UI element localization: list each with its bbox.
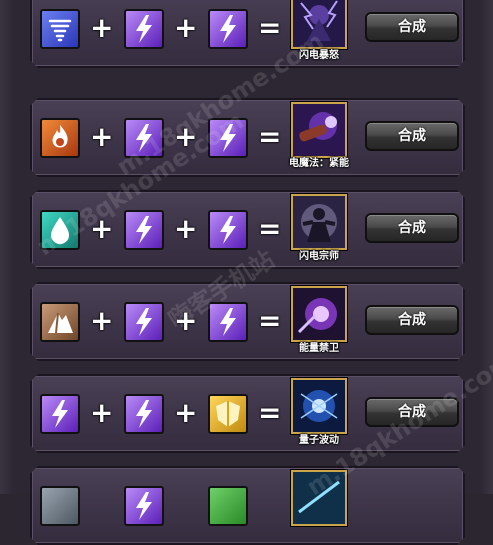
recipe-row	[30, 466, 465, 545]
recipe-row: + + = 电魔法：紧能 合成	[30, 98, 465, 177]
equals-sign: =	[258, 304, 282, 337]
storm-figure-icon	[293, 0, 345, 47]
magic-arm-icon	[293, 104, 345, 156]
lightning-element-icon[interactable]	[124, 302, 164, 342]
result-name: 闪电宗师	[299, 251, 339, 262]
whirlwind-icon	[48, 19, 72, 42]
result-name: 量子波动	[299, 435, 339, 446]
plus-sign: +	[90, 11, 114, 44]
water-drop-icon	[51, 217, 69, 244]
lightning-bolt-icon	[136, 216, 152, 244]
lightning-element-icon[interactable]	[208, 9, 248, 49]
lightning-element-icon[interactable]	[208, 302, 248, 342]
lightning-bolt-icon	[136, 492, 152, 520]
plus-sign: +	[174, 11, 198, 44]
lightning-bolt-icon	[220, 15, 236, 43]
plus-sign: +	[174, 212, 198, 245]
whirlwind-element-icon[interactable]	[40, 9, 80, 49]
equals-sign: =	[258, 396, 282, 429]
equals-sign: =	[258, 11, 282, 44]
lightning-element-icon[interactable]	[124, 118, 164, 158]
result-hero-portrait[interactable]	[291, 102, 347, 158]
lightning-bolt-icon	[136, 308, 152, 336]
plus-sign: +	[90, 120, 114, 153]
energy-guard-icon	[293, 288, 345, 340]
combine-button[interactable]: 合成	[365, 305, 459, 335]
plus-sign: +	[174, 396, 198, 429]
lightning-bolt-icon	[136, 400, 152, 428]
flame-icon	[52, 125, 68, 148]
lightning-bolt-icon	[136, 124, 152, 152]
lightning-bolt-icon	[52, 400, 68, 428]
result-hero-portrait[interactable]	[291, 0, 347, 49]
lightning-bolt-icon	[220, 216, 236, 244]
recipe-row: + + = 闪电暴怒 合成	[30, 0, 465, 68]
equals-sign: =	[258, 120, 282, 153]
gold-element-icon[interactable]	[208, 394, 248, 434]
fire-element-icon[interactable]	[40, 118, 80, 158]
lightning-bolt-icon	[220, 124, 236, 152]
result-hero-portrait[interactable]	[291, 470, 347, 526]
quantum-wave-icon	[293, 380, 345, 432]
lightning-bolt-icon	[220, 308, 236, 336]
result-hero-portrait[interactable]	[291, 286, 347, 342]
combine-button[interactable]: 合成	[365, 213, 459, 243]
lightning-element-icon[interactable]	[124, 9, 164, 49]
lightning-element-icon[interactable]	[208, 118, 248, 158]
gold-shield-icon	[216, 401, 240, 427]
result-name: 能量禁卫	[299, 343, 339, 354]
earth-element-icon[interactable]	[40, 302, 80, 342]
lightning-element-icon[interactable]	[208, 210, 248, 250]
recipe-list: + + = 闪电暴怒 合成 + + = 电魔法：紧能 合成 + + = 闪电宗师…	[0, 0, 493, 545]
plus-sign: +	[90, 396, 114, 429]
plus-sign: +	[174, 120, 198, 153]
plus-sign: +	[90, 304, 114, 337]
mountain-icon	[48, 312, 73, 334]
lightning-bolt-icon	[136, 15, 152, 43]
lightning-master-icon	[293, 196, 345, 248]
plus-sign: +	[90, 212, 114, 245]
lightning-element-icon[interactable]	[124, 486, 164, 526]
result-name: 闪电暴怒	[299, 50, 339, 61]
result-name: 电魔法：紧能	[289, 158, 349, 169]
lightning-element-icon[interactable]	[124, 210, 164, 250]
recipe-row: + + = 能量禁卫 合成	[30, 282, 465, 361]
result-hero-portrait[interactable]	[291, 194, 347, 250]
water-element-icon[interactable]	[40, 210, 80, 250]
lightning-element-icon[interactable]	[124, 394, 164, 434]
equals-sign: =	[258, 212, 282, 245]
recipe-row: + + = 量子波动 合成	[30, 374, 465, 453]
result-hero-portrait[interactable]	[291, 378, 347, 434]
element-icon[interactable]	[40, 486, 80, 526]
element-icon[interactable]	[208, 486, 248, 526]
plus-sign: +	[174, 304, 198, 337]
recipe-row: + + = 闪电宗师 合成	[30, 190, 465, 269]
hero-portrait-icon	[293, 472, 345, 524]
combine-button[interactable]: 合成	[365, 121, 459, 151]
combine-button[interactable]: 合成	[365, 12, 459, 42]
combine-button[interactable]: 合成	[365, 397, 459, 427]
lightning-element-icon[interactable]	[40, 394, 80, 434]
